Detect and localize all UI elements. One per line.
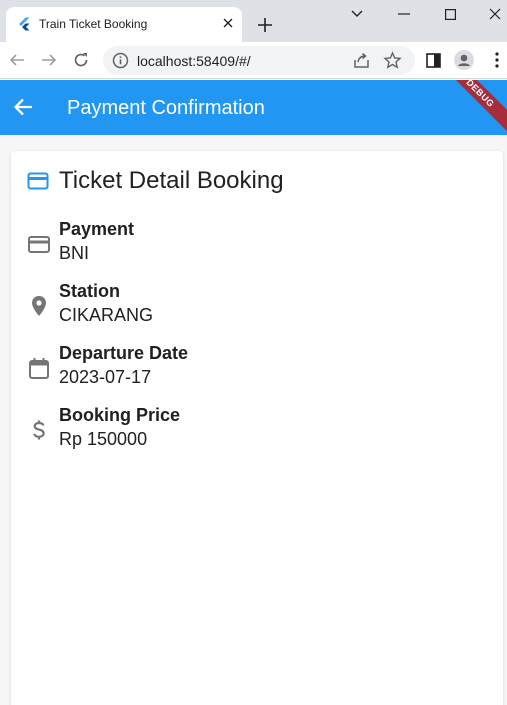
flutter-logo-icon <box>19 17 30 31</box>
page-title: Payment Confirmation <box>67 97 265 119</box>
reload-icon[interactable] <box>71 50 91 70</box>
credit-card-icon <box>27 172 49 190</box>
dollar-icon <box>33 420 45 440</box>
site-info-icon[interactable] <box>112 52 129 69</box>
debug-banner: DEBUG <box>435 80 507 135</box>
browser-menu-icon[interactable] <box>487 50 507 70</box>
profile-avatar-icon[interactable] <box>454 50 474 70</box>
detail-label: Booking Price <box>59 405 181 425</box>
detail-row-departure-date: Departure Date 2023-07-17 <box>11 343 491 393</box>
forward-arrow-icon[interactable] <box>39 50 59 70</box>
detail-value: Rp 150000 <box>59 429 148 449</box>
browser-tab[interactable]: Train Ticket Booking <box>6 7 242 42</box>
ticket-detail-card: Ticket Detail Booking Payment BNI Statio… <box>11 151 503 705</box>
location-pin-icon <box>32 296 46 316</box>
app-bar: Payment Confirmation DEBUG <box>0 80 507 135</box>
detail-label: Station <box>59 281 120 301</box>
tab-title: Train Ticket Booking <box>39 17 148 31</box>
detail-label: Payment <box>59 219 135 239</box>
new-tab-icon[interactable] <box>255 15 275 35</box>
share-icon[interactable] <box>352 51 371 70</box>
close-window-icon[interactable] <box>482 4 507 24</box>
back-arrow-icon[interactable] <box>7 50 27 70</box>
close-tab-icon[interactable] <box>220 15 236 31</box>
maximize-icon[interactable] <box>437 4 463 24</box>
browser-toolbar: localhost:58409/#/ <box>0 42 507 79</box>
address-bar[interactable]: localhost:58409/#/ <box>103 46 415 75</box>
detail-value: BNI <box>59 243 90 263</box>
detail-row-station: Station CIKARANG <box>11 281 491 331</box>
minimize-icon[interactable] <box>391 4 417 24</box>
credit-card-icon <box>28 236 50 253</box>
detail-row-booking-price: Booking Price Rp 150000 <box>11 405 491 455</box>
calendar-icon <box>29 358 49 379</box>
side-panel-icon[interactable] <box>423 50 443 70</box>
detail-value: CIKARANG <box>59 305 154 325</box>
tab-search-chevron-icon[interactable] <box>344 4 370 24</box>
bookmark-star-icon[interactable] <box>383 51 402 70</box>
url-text[interactable]: localhost:58409/#/ <box>137 53 251 69</box>
browser-tab-strip: Train Ticket Booking <box>0 0 507 42</box>
detail-value: 2023-07-17 <box>59 367 152 387</box>
detail-label: Departure Date <box>59 343 189 363</box>
card-title: Ticket Detail Booking <box>59 167 284 194</box>
back-arrow-icon[interactable] <box>12 96 34 118</box>
detail-row-payment: Payment BNI <box>11 219 491 269</box>
